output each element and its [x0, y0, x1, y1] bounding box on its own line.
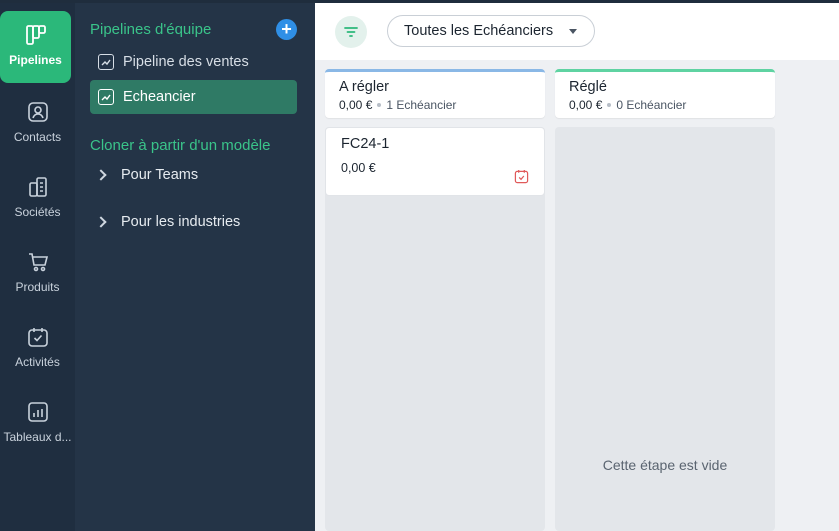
stage-column: Réglé 0,00 € 0 Echéancier Cette étape es… — [555, 69, 775, 531]
top-border — [0, 0, 839, 3]
separator-dot — [377, 103, 382, 107]
template-item[interactable]: Pour les industries — [95, 214, 241, 230]
filter-icon — [344, 27, 358, 37]
pipelines-sidebar: Pipelines d'équipe + Pipeline des ventes… — [75, 0, 315, 531]
stage-title: A régler — [339, 79, 389, 95]
nav-societes[interactable]: Sociétés — [0, 161, 75, 233]
deal-card[interactable]: FC24-1 0,00 € — [325, 127, 545, 196]
template-label: Pour les industries — [121, 214, 241, 230]
building-icon — [28, 177, 47, 197]
nav-pipelines[interactable]: Pipelines — [0, 11, 71, 83]
caret-down-icon — [569, 29, 577, 34]
chart-icon — [27, 402, 48, 422]
card-amount: 0,00 € — [341, 161, 376, 175]
calendar-check-icon[interactable] — [514, 169, 529, 184]
trend-icon — [98, 54, 114, 70]
board-toolbar: Toutes les Echéanciers — [315, 3, 839, 60]
pipeline-item-selected[interactable]: Echeancier — [90, 80, 297, 114]
nav-label: Contacts — [13, 130, 62, 144]
empty-stage-text: Cette étape est vide — [602, 457, 728, 473]
stage-title: Réglé — [569, 79, 607, 95]
trend-icon — [98, 89, 114, 105]
chevron-right-icon — [95, 169, 107, 181]
clone-template-heading: Cloner à partir d'un modèle — [90, 137, 271, 154]
stage-summary: 0,00 € 1 Echéancier — [339, 98, 531, 112]
stage-body: FC24-1 0,00 € — [325, 127, 545, 531]
stage-amount: 0,00 € — [569, 98, 603, 112]
stage-body: Cette étape est vide — [555, 127, 775, 531]
nav-label: Pipelines — [9, 53, 62, 67]
nav-produits[interactable]: Produits — [0, 236, 75, 308]
pipeline-item[interactable]: Pipeline des ventes — [90, 45, 297, 79]
calendar-check-icon — [27, 328, 48, 347]
pipeline-label: Echeancier — [123, 89, 196, 105]
stage-count: 1 Echéancier — [386, 98, 457, 112]
cart-icon — [28, 253, 48, 272]
nav-label: Tableaux d... — [3, 430, 72, 444]
select-value: Toutes les Echéanciers — [404, 23, 554, 39]
filter-button[interactable] — [335, 16, 367, 48]
plus-icon: + — [281, 19, 292, 39]
template-item[interactable]: Pour Teams — [95, 167, 199, 183]
stage-header[interactable]: A régler 0,00 € 1 Echéancier — [325, 69, 545, 118]
nav-tableaux[interactable]: Tableaux d... — [0, 386, 75, 458]
nav-activites[interactable]: Activités — [0, 311, 75, 383]
stage-column: A régler 0,00 € 1 Echéancier FC24-1 0,00… — [325, 69, 545, 531]
stage-amount: 0,00 € — [339, 98, 373, 112]
stage-count: 0 Echéancier — [616, 98, 687, 112]
pipeline-label: Pipeline des ventes — [123, 54, 249, 70]
template-label: Pour Teams — [121, 167, 199, 183]
primary-nav: Pipelines Contacts Sociétés Produits Act… — [0, 0, 75, 531]
contact-icon — [27, 102, 48, 122]
board-area: Toutes les Echéanciers A régler 0,00 € 1… — [315, 3, 839, 531]
pipelines-icon — [25, 25, 46, 45]
nav-label: Produits — [15, 280, 60, 294]
nav-label: Sociétés — [14, 205, 61, 219]
team-pipelines-heading: Pipelines d'équipe — [90, 21, 212, 38]
card-title: FC24-1 — [341, 136, 390, 152]
stage-summary: 0,00 € 0 Echéancier — [569, 98, 761, 112]
separator-dot — [607, 103, 612, 107]
nav-label: Activités — [15, 355, 60, 369]
chevron-right-icon — [95, 216, 107, 228]
nav-contacts[interactable]: Contacts — [0, 86, 75, 158]
stage-header[interactable]: Réglé 0,00 € 0 Echéancier — [555, 69, 775, 118]
pipeline-filter-select[interactable]: Toutes les Echéanciers — [387, 15, 595, 47]
add-pipeline-button[interactable]: + — [276, 19, 297, 40]
